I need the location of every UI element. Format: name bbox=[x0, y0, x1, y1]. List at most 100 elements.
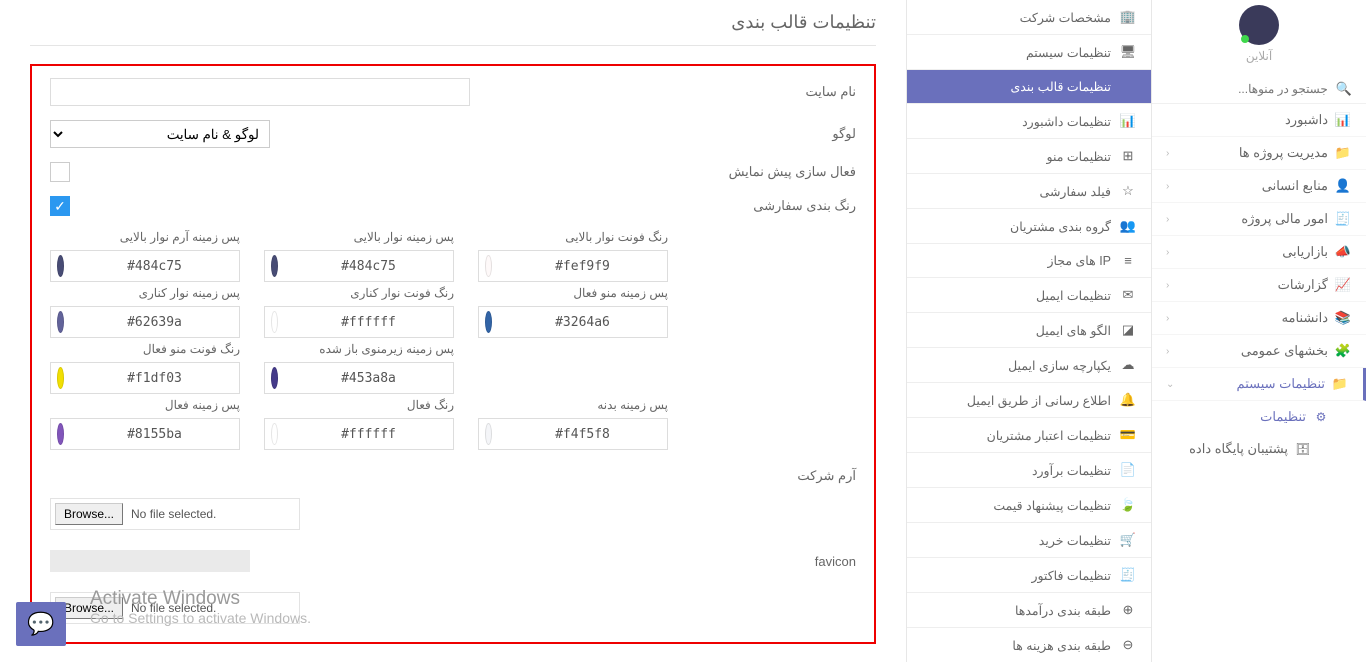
chevron-left-icon: ‹ bbox=[1166, 247, 1169, 258]
site-name-input[interactable] bbox=[50, 78, 470, 106]
color-input[interactable] bbox=[70, 427, 239, 442]
color-swatch[interactable] bbox=[485, 311, 492, 333]
settings-item[interactable]: تنظیمات قالب بندی bbox=[907, 70, 1151, 104]
color-input[interactable] bbox=[498, 259, 667, 274]
nav-item[interactable]: 📈گزارشات‹ bbox=[1152, 269, 1366, 302]
settings-item[interactable]: ◪الگو های ایمیل bbox=[907, 313, 1151, 348]
settings-label: مشخصات شرکت bbox=[1020, 10, 1111, 25]
settings-label: تنظیمات خرید bbox=[1039, 533, 1111, 548]
color-swatch[interactable] bbox=[57, 255, 64, 277]
color-input[interactable] bbox=[284, 427, 453, 442]
color-input[interactable] bbox=[70, 259, 239, 274]
color-field bbox=[50, 306, 240, 338]
settings-icon: ☆ bbox=[1119, 183, 1137, 199]
settings-label: تنظیمات اعتبار مشتریان bbox=[987, 428, 1111, 443]
settings-label: یکپارچه سازی ایمیل bbox=[1008, 358, 1111, 373]
chevron-left-icon: ‹ bbox=[1166, 313, 1169, 324]
color-field-group: پس زمینه فعال bbox=[50, 398, 240, 450]
settings-item[interactable]: ☁یکپارچه سازی ایمیل bbox=[907, 348, 1151, 383]
color-input[interactable] bbox=[284, 259, 453, 274]
settings-label: تنظیمات سیستم bbox=[1026, 45, 1111, 60]
nav-item[interactable]: 🧩بخشهای عمومی‹ bbox=[1152, 335, 1366, 368]
color-label: پس زمینه فعال bbox=[50, 398, 240, 412]
color-field-group: پس زمینه نوار بالایی bbox=[264, 230, 454, 282]
custom-color-checkbox[interactable]: ✓ bbox=[50, 196, 70, 216]
color-label: پس زمینه آرم نوار بالایی bbox=[50, 230, 240, 244]
settings-item[interactable]: 📄تنظیمات برآورد bbox=[907, 453, 1151, 488]
main-sidebar: آنلاین 🔍 📊داشبورد📁مدیریت پروژه ها‹👤منابع… bbox=[1151, 0, 1366, 662]
nav-item[interactable]: 📁مدیریت پروژه ها‹ bbox=[1152, 137, 1366, 170]
settings-item[interactable]: 📊تنظیمات داشبورد bbox=[907, 104, 1151, 139]
color-field bbox=[50, 250, 240, 282]
settings-item[interactable]: ✉تنظیمات ایمیل bbox=[907, 278, 1151, 313]
settings-icon: 🛒 bbox=[1119, 532, 1137, 548]
nav-icon: ⚙ bbox=[1312, 410, 1330, 424]
search-input[interactable] bbox=[1166, 82, 1328, 96]
avatar[interactable] bbox=[1239, 5, 1279, 45]
color-swatch[interactable] bbox=[271, 255, 278, 277]
nav-item[interactable]: 📊داشبورد bbox=[1152, 104, 1366, 137]
settings-label: طبقه بندی هزینه ها bbox=[1012, 638, 1111, 653]
settings-item[interactable]: 🍃تنظیمات پیشنهاد قیمت bbox=[907, 488, 1151, 523]
label-favicon: favicon bbox=[696, 554, 856, 569]
color-swatch[interactable] bbox=[271, 311, 278, 333]
color-input[interactable] bbox=[70, 315, 239, 330]
settings-label: تنظیمات داشبورد bbox=[1022, 114, 1111, 129]
color-input[interactable] bbox=[498, 427, 667, 442]
color-swatch[interactable] bbox=[485, 255, 492, 277]
nav-item[interactable]: 📣بازاریابی‹ bbox=[1152, 236, 1366, 269]
settings-item[interactable]: ⊕طبقه بندی درآمدها bbox=[907, 593, 1151, 628]
search-icon: 🔍 bbox=[1336, 81, 1352, 97]
chevron-down-icon: ⌄ bbox=[1166, 379, 1174, 390]
nav-icon: 🧾 bbox=[1334, 211, 1352, 227]
settings-item[interactable]: 👥گروه بندی مشتریان bbox=[907, 209, 1151, 244]
color-swatch[interactable] bbox=[485, 423, 492, 445]
settings-item[interactable]: 🔔اطلاع رسانی از طریق ایمیل bbox=[907, 383, 1151, 418]
color-input[interactable] bbox=[70, 371, 239, 386]
nav-item[interactable]: 📚دانشنامه‹ bbox=[1152, 302, 1366, 335]
color-field bbox=[478, 418, 668, 450]
settings-item[interactable]: 🖥 تنظیمات سیستم bbox=[907, 35, 1151, 70]
color-swatch[interactable] bbox=[57, 311, 64, 333]
logo-browse-button[interactable]: Browse... bbox=[55, 503, 123, 525]
label-logo: لوگو bbox=[696, 126, 856, 142]
color-swatch[interactable] bbox=[57, 367, 64, 389]
color-field bbox=[478, 250, 668, 282]
color-input[interactable] bbox=[284, 315, 453, 330]
color-input[interactable] bbox=[498, 315, 667, 330]
settings-item[interactable]: ≡IP های مجاز bbox=[907, 244, 1151, 278]
nav-label: بازاریابی bbox=[1169, 244, 1328, 260]
preview-checkbox[interactable] bbox=[50, 162, 70, 182]
settings-item[interactable]: ⊖طبقه بندی هزینه ها bbox=[907, 628, 1151, 662]
settings-label: IP های مجاز bbox=[1047, 253, 1111, 268]
nav-label: منابع انسانی bbox=[1169, 178, 1328, 194]
color-input[interactable] bbox=[284, 371, 453, 386]
label-preview: فعال سازی پیش نمایش bbox=[696, 164, 856, 180]
settings-item[interactable]: ⊞تنظیمات منو bbox=[907, 139, 1151, 174]
nav-item[interactable]: 👤منابع انسانی‹ bbox=[1152, 170, 1366, 203]
color-swatch[interactable] bbox=[271, 367, 278, 389]
settings-item[interactable]: 🧾تنظیمات فاکتور bbox=[907, 558, 1151, 593]
nav-subitem[interactable]: ⚙ تنظیمات bbox=[1152, 401, 1366, 433]
label-company-logo: آرم شرکت bbox=[696, 468, 856, 484]
nav-item[interactable]: 📁تنظیمات سیستم⌄ bbox=[1152, 368, 1366, 401]
settings-item[interactable]: 💳تنظیمات اعتبار مشتریان bbox=[907, 418, 1151, 453]
nav-sublabel: تنظیمات bbox=[1260, 409, 1306, 425]
settings-icon: 🍃 bbox=[1119, 497, 1137, 513]
color-swatch[interactable] bbox=[57, 423, 64, 445]
chevron-left-icon: ‹ bbox=[1166, 148, 1169, 159]
nav-item[interactable]: 🧾امور مالی پروژه‹ bbox=[1152, 203, 1366, 236]
nav-subitem[interactable]: 🗄پشتیبان پایگاه داده bbox=[1152, 433, 1366, 465]
form-panel: نام سایت لوگو لوگو & نام سایت فعال سازی … bbox=[30, 64, 876, 644]
logo-file-status: No file selected. bbox=[131, 507, 216, 521]
color-field-group: پس زمینه بدنه bbox=[478, 398, 668, 450]
color-swatch[interactable] bbox=[271, 423, 278, 445]
settings-item[interactable]: ☆فیلد سفارشی bbox=[907, 174, 1151, 209]
settings-icon: 🖥 bbox=[1119, 44, 1137, 60]
nav-icon: 📊 bbox=[1334, 112, 1352, 128]
color-field-group: پس زمینه منو فعال bbox=[478, 286, 668, 338]
logo-select[interactable]: لوگو & نام سایت bbox=[50, 120, 270, 148]
settings-item[interactable]: 🛒 تنظیمات خرید bbox=[907, 523, 1151, 558]
chat-button[interactable]: 💬 bbox=[16, 602, 66, 646]
settings-item[interactable]: 🏢مشخصات شرکت bbox=[907, 0, 1151, 35]
